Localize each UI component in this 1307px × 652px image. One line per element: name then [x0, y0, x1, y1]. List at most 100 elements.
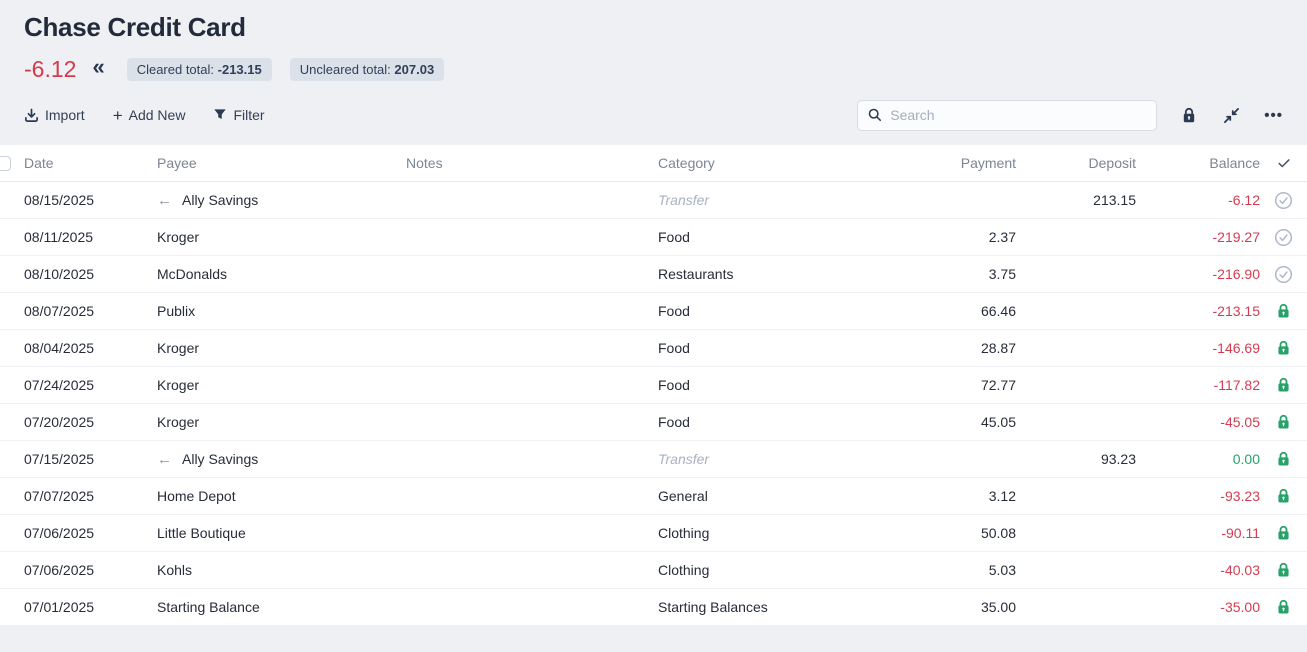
transaction-payee-cell[interactable]: ← Kroger: [157, 340, 406, 356]
transaction-date[interactable]: 07/15/2025: [15, 451, 157, 467]
transaction-payee-cell[interactable]: ← Starting Balance: [157, 599, 406, 615]
transaction-row[interactable]: 07/15/2025 ← Ally Savings Transfer 93.23…: [0, 441, 1307, 478]
transaction-payee-cell[interactable]: ← Kroger: [157, 229, 406, 245]
collapse-transactions-button[interactable]: [1223, 107, 1240, 124]
add-new-button[interactable]: + Add New: [113, 107, 186, 124]
transaction-row[interactable]: 07/24/2025 ← Kroger Food 72.77 -117.82: [0, 367, 1307, 404]
transaction-payment[interactable]: 3.75: [900, 266, 1016, 282]
column-header-notes[interactable]: Notes: [406, 155, 658, 171]
transaction-date[interactable]: 07/20/2025: [15, 414, 157, 430]
transaction-status-cell[interactable]: [1260, 451, 1307, 467]
transaction-status-cell[interactable]: [1260, 228, 1307, 247]
transaction-payee: Starting Balance: [157, 599, 260, 615]
transaction-payment[interactable]: 45.05: [900, 414, 1016, 430]
column-header-payee[interactable]: Payee: [157, 155, 406, 171]
transaction-row[interactable]: 08/10/2025 ← McDonalds Restaurants 3.75 …: [0, 256, 1307, 293]
transaction-deposit[interactable]: 213.15: [1016, 192, 1136, 208]
import-label: Import: [45, 107, 85, 123]
transaction-category[interactable]: Food: [658, 340, 900, 356]
transaction-status-cell[interactable]: [1260, 525, 1307, 541]
transaction-row[interactable]: 07/20/2025 ← Kroger Food 45.05 -45.05: [0, 404, 1307, 441]
transaction-row[interactable]: 08/15/2025 ← Ally Savings Transfer 213.1…: [0, 182, 1307, 219]
column-header-deposit[interactable]: Deposit: [1016, 155, 1136, 171]
transaction-row[interactable]: 08/04/2025 ← Kroger Food 28.87 -146.69: [0, 330, 1307, 367]
transaction-row[interactable]: 07/01/2025 ← Starting Balance Starting B…: [0, 589, 1307, 626]
transaction-payment[interactable]: 2.37: [900, 229, 1016, 245]
transaction-date[interactable]: 08/04/2025: [15, 340, 157, 356]
transaction-payee-cell[interactable]: ← Home Depot: [157, 488, 406, 504]
transaction-payee-cell[interactable]: ← Little Boutique: [157, 525, 406, 541]
account-menu-button[interactable]: •••: [1264, 108, 1283, 123]
transaction-date[interactable]: 07/06/2025: [15, 525, 157, 541]
transaction-date[interactable]: 08/11/2025: [15, 229, 157, 245]
column-header-status[interactable]: [1260, 156, 1307, 170]
transaction-payment[interactable]: 5.03: [900, 562, 1016, 578]
transaction-date[interactable]: 08/07/2025: [15, 303, 157, 319]
transaction-payment[interactable]: 66.46: [900, 303, 1016, 319]
cleared-circle-check-icon: [1274, 265, 1293, 284]
column-header-category[interactable]: Category: [658, 155, 900, 171]
transaction-status-cell[interactable]: [1260, 414, 1307, 430]
transaction-category[interactable]: General: [658, 488, 900, 504]
transaction-status-cell[interactable]: [1260, 303, 1307, 319]
column-header-date[interactable]: Date: [15, 155, 157, 171]
transaction-deposit[interactable]: 93.23: [1016, 451, 1136, 467]
search-box[interactable]: [857, 100, 1157, 131]
transaction-category[interactable]: Clothing: [658, 562, 900, 578]
transaction-category[interactable]: Clothing: [658, 525, 900, 541]
transaction-payment[interactable]: 35.00: [900, 599, 1016, 615]
transaction-payee-cell[interactable]: ← Kroger: [157, 377, 406, 393]
transaction-category[interactable]: Food: [658, 414, 900, 430]
search-input[interactable]: [890, 107, 1146, 123]
reconciled-lock-icon: [1276, 562, 1291, 578]
transaction-row[interactable]: 07/06/2025 ← Kohls Clothing 5.03 -40.03: [0, 552, 1307, 589]
transaction-payee-cell[interactable]: ← Kohls: [157, 562, 406, 578]
transaction-date[interactable]: 08/15/2025: [15, 192, 157, 208]
reconciled-lock-icon: [1276, 488, 1291, 504]
filter-button[interactable]: Filter: [213, 107, 264, 123]
transaction-date[interactable]: 07/06/2025: [15, 562, 157, 578]
transaction-payee-cell[interactable]: ← Ally Savings: [157, 192, 406, 208]
account-header: Chase Credit Card -6.12 « Cleared total:…: [0, 0, 1307, 83]
transaction-payee-cell[interactable]: ← Publix: [157, 303, 406, 319]
transaction-category[interactable]: Food: [658, 377, 900, 393]
transaction-payment[interactable]: 50.08: [900, 525, 1016, 541]
transaction-category[interactable]: Food: [658, 229, 900, 245]
transaction-payee-cell[interactable]: ← Kroger: [157, 414, 406, 430]
transaction-category[interactable]: Transfer: [658, 451, 900, 467]
transaction-payment[interactable]: 28.87: [900, 340, 1016, 356]
column-header-balance[interactable]: Balance: [1136, 155, 1260, 171]
transaction-payment[interactable]: 3.12: [900, 488, 1016, 504]
plus-icon: +: [113, 107, 123, 124]
transaction-status-cell[interactable]: [1260, 377, 1307, 393]
transaction-row[interactable]: 07/07/2025 ← Home Depot General 3.12 -93…: [0, 478, 1307, 515]
transaction-category[interactable]: Starting Balances: [658, 599, 900, 615]
transaction-status-cell[interactable]: [1260, 340, 1307, 356]
transaction-row[interactable]: 07/06/2025 ← Little Boutique Clothing 50…: [0, 515, 1307, 552]
transaction-status-cell[interactable]: [1260, 488, 1307, 504]
transaction-status-cell[interactable]: [1260, 191, 1307, 210]
transaction-row[interactable]: 08/11/2025 ← Kroger Food 2.37 -219.27: [0, 219, 1307, 256]
transaction-date[interactable]: 08/10/2025: [15, 266, 157, 282]
column-header-payment[interactable]: Payment: [900, 155, 1016, 171]
page-title: Chase Credit Card: [24, 12, 1283, 43]
transaction-payee: McDonalds: [157, 266, 227, 282]
transaction-row[interactable]: 08/07/2025 ← Publix Food 66.46 -213.15: [0, 293, 1307, 330]
transaction-payee-cell[interactable]: ← Ally Savings: [157, 451, 406, 467]
transaction-category[interactable]: Transfer: [658, 192, 900, 208]
transaction-date[interactable]: 07/07/2025: [15, 488, 157, 504]
transaction-date[interactable]: 07/24/2025: [15, 377, 157, 393]
transaction-status-cell[interactable]: [1260, 562, 1307, 578]
transaction-status-cell[interactable]: [1260, 265, 1307, 284]
transaction-category[interactable]: Restaurants: [658, 266, 900, 282]
transaction-payment[interactable]: 72.77: [900, 377, 1016, 393]
lock-transactions-button[interactable]: [1181, 107, 1197, 124]
collapse-balances-chevrons-icon[interactable]: «: [92, 56, 104, 82]
import-button[interactable]: Import: [24, 107, 85, 123]
select-all-checkbox[interactable]: [0, 156, 11, 171]
transaction-status-cell[interactable]: [1260, 599, 1307, 615]
transaction-category[interactable]: Food: [658, 303, 900, 319]
transaction-date[interactable]: 07/01/2025: [15, 599, 157, 615]
cleared-circle-check-icon: [1274, 228, 1293, 247]
transaction-payee-cell[interactable]: ← McDonalds: [157, 266, 406, 282]
